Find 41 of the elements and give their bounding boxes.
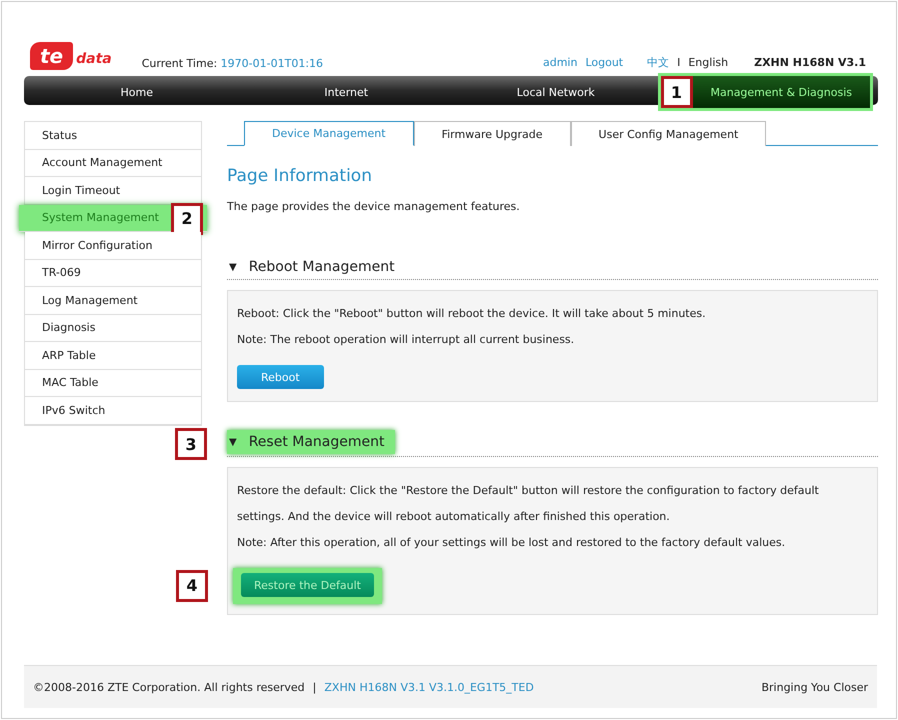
time-label: Current Time: [142, 57, 218, 70]
page-title: Page Information [227, 166, 373, 186]
logo-mark: te [30, 42, 74, 70]
separator: | [312, 680, 316, 694]
section-title: Reset Management [248, 434, 384, 450]
time-value: 1970-01-01T01:16 [220, 57, 324, 70]
section-text: Reboot: Click the "Reboot" button will reboot the device. It will take about 5 minutes. [237, 306, 707, 322]
language-link[interactable]: English [688, 56, 728, 69]
page-description: The page provides the device management features. [227, 200, 521, 213]
copyright-text: ©2008-2016 ZTE Corporation. All rights reserved [33, 680, 305, 694]
callout-number: 4 [176, 570, 208, 602]
nav-tab[interactable]: Home [32, 76, 242, 108]
model-name: ZXHN H168N V3.1 [754, 56, 866, 69]
section-title: Reboot Management [248, 259, 395, 275]
nav-tab[interactable]: Local Network [451, 76, 660, 108]
version-text: ZXHN H168N V3.1 V3.1.0_EG1T5_TED [324, 680, 534, 694]
nav-tab[interactable]: Internet [242, 76, 451, 108]
triangle-icon: ▼ [229, 262, 237, 272]
tab[interactable]: Firmware Upgrade [414, 121, 571, 146]
section-text: Restore the default: Click the "Restore the Default" button will restore the configuration to factory default settings. And the device will reboot automatically after finished this operation. [237, 483, 820, 525]
tab[interactable]: User Config Management [570, 121, 766, 146]
sidebar-item[interactable]: Diagnosis [25, 314, 201, 342]
tab[interactable]: Device Management [244, 121, 414, 146]
callout-number: 1 [660, 76, 692, 108]
sidebar-item[interactable]: TR-069 [25, 260, 201, 287]
sidebar-item[interactable]: System Management 2 [19, 204, 207, 232]
nav-tab[interactable]: Management & Diagnosis [692, 76, 870, 108]
callout-number: 3 [175, 428, 207, 460]
triangle-icon: ▼ [229, 436, 237, 448]
language-link[interactable]: 中文 [647, 55, 670, 70]
slogan-text: Bringing You Closer [761, 680, 868, 694]
callout-number: 2 [171, 202, 203, 234]
separator: I [677, 56, 680, 69]
sidebar-item[interactable]: Account Management [25, 150, 201, 177]
logout-link[interactable]: Logout [585, 56, 624, 69]
sidebar-item[interactable]: Mirror Configuration [25, 232, 201, 260]
sidebar-item[interactable]: MAC Table [25, 370, 201, 397]
logo-text: data [76, 51, 112, 67]
section-text: Note: The reboot operation will interrupt all current business. [237, 332, 576, 348]
user-link[interactable]: admin [542, 56, 578, 69]
section-text: Note: After this operation, all of your settings will be lost and restored to the factory default values. [237, 535, 786, 551]
